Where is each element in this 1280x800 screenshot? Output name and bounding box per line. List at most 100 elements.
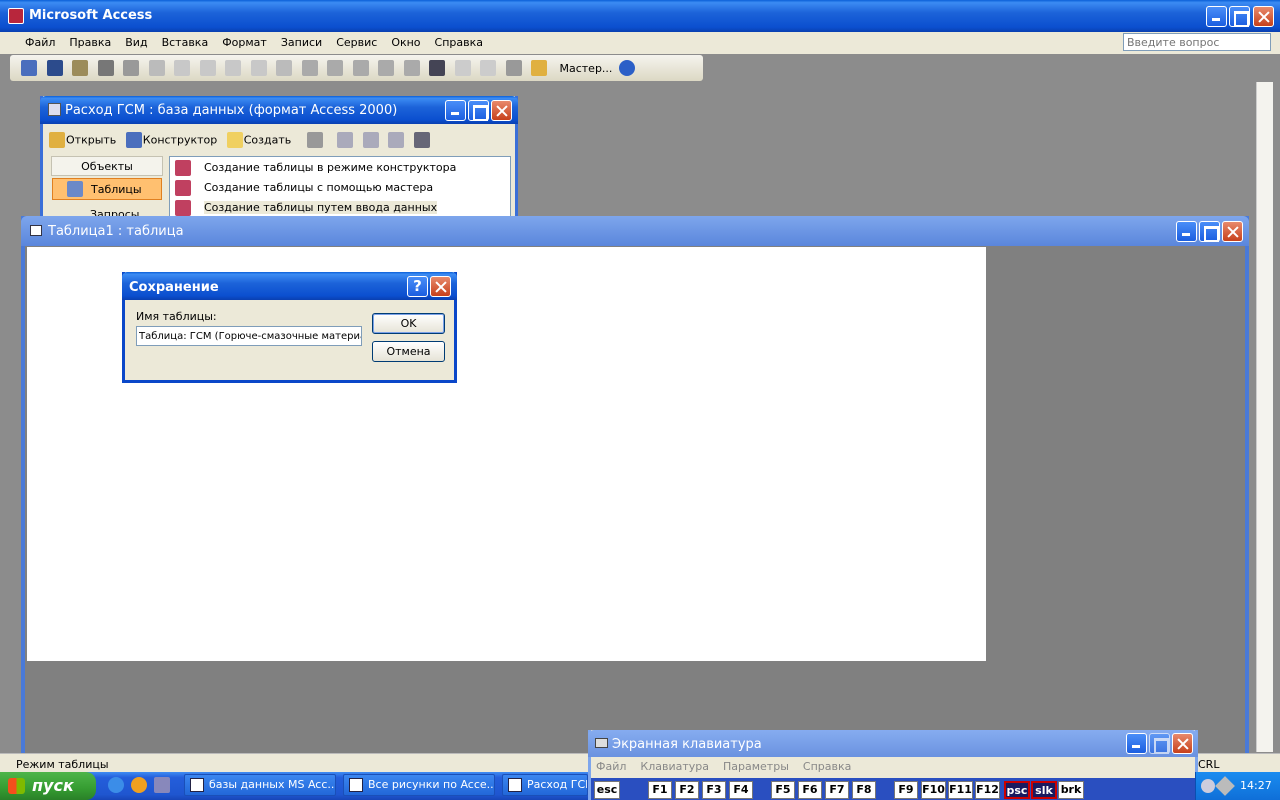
open-button[interactable]: Открыть [66,134,116,147]
osk-menu-help[interactable]: Справка [803,760,851,773]
dialog-help-button[interactable] [407,276,428,297]
key-esc[interactable]: esc [594,781,620,799]
key-f12[interactable]: F12 [975,781,1000,799]
save-icon[interactable] [46,60,63,76]
tray-icon[interactable] [1215,776,1235,796]
search-icon[interactable] [72,60,88,76]
keyboard-icon [595,738,608,748]
design-icon [125,132,142,148]
filter-form-icon[interactable] [378,60,394,76]
print-icon[interactable] [97,60,114,76]
spelling-icon[interactable] [148,60,165,76]
cancel-button[interactable]: Отмена [372,341,445,362]
osk-menu-settings[interactable]: Параметры [723,760,789,773]
menu-tools[interactable]: Сервис [336,36,377,49]
wizard-icon [175,160,191,176]
clock[interactable]: 14:27 [1240,779,1272,792]
key-brk[interactable]: brk [1058,781,1084,799]
ok-button[interactable]: OK [372,313,445,334]
key-f11[interactable]: F11 [948,781,973,799]
menu-file[interactable]: Файл [25,36,55,49]
list-item[interactable]: Создание таблицы путем ввода данных [175,200,438,216]
menu-records[interactable]: Записи [281,36,322,49]
small-icons-icon[interactable] [362,132,379,148]
key-f10[interactable]: F10 [921,781,946,799]
dialog-close-button[interactable] [430,276,451,297]
close-button[interactable] [1253,6,1274,27]
delete-record-icon[interactable] [480,60,496,76]
key-f6[interactable]: F6 [798,781,822,799]
minimize-button[interactable] [1206,6,1227,27]
osk-minimize-button[interactable] [1126,733,1147,754]
start-button[interactable]: пуск [0,772,96,800]
undo-icon[interactable] [250,60,267,76]
menu-format[interactable]: Формат [222,36,267,49]
delete-icon[interactable] [306,132,323,148]
osk-menu-keyboard[interactable]: Клавиатура [640,760,709,773]
filter-icon[interactable] [352,60,369,76]
paste-icon[interactable] [225,60,241,76]
key-f1[interactable]: F1 [648,781,672,799]
table-close-button[interactable] [1222,221,1243,242]
osk-menu-file[interactable]: Файл [596,760,626,773]
key-psc[interactable]: psc [1004,781,1030,799]
db-close-button[interactable] [491,100,512,121]
new-record-icon[interactable] [454,60,471,76]
cut-icon[interactable] [174,60,190,76]
key-f2[interactable]: F2 [675,781,699,799]
sort-desc-icon[interactable] [327,60,343,76]
db-minimize-button[interactable] [445,100,466,121]
menu-window[interactable]: Окно [391,36,420,49]
details-icon[interactable] [413,132,430,148]
quicklaunch-media-icon[interactable] [131,777,147,793]
wizard-label[interactable]: Мастер... [560,62,613,75]
quicklaunch-ie-icon[interactable] [108,777,124,793]
osk-maximize-button[interactable] [1149,733,1170,754]
app-titlebar: Microsoft Access [0,0,1280,32]
list-icon[interactable] [388,132,405,148]
key-f8[interactable]: F8 [852,781,876,799]
quicklaunch-desktop-icon[interactable] [154,777,170,793]
key-f5[interactable]: F5 [771,781,795,799]
help-icon[interactable] [618,60,635,76]
table-icon [30,225,42,236]
apply-filter-icon[interactable] [403,60,420,76]
key-f4[interactable]: F4 [729,781,753,799]
large-icons-icon[interactable] [337,132,354,148]
key-slk[interactable]: slk [1031,781,1057,799]
vertical-scrollbar[interactable] [1256,82,1273,752]
taskbar-item[interactable]: базы данных MS Acc... [184,774,336,796]
tray-icon[interactable] [1201,779,1215,793]
maximize-button[interactable] [1229,6,1250,27]
menu-insert[interactable]: Вставка [162,36,209,49]
objects-tables[interactable]: Таблицы [52,178,162,200]
sort-asc-icon[interactable] [301,60,318,76]
key-f7[interactable]: F7 [825,781,849,799]
db-maximize-button[interactable] [468,100,489,121]
table-title: Таблица1 : таблица [48,224,184,239]
view-icon[interactable] [21,60,37,76]
menu-help[interactable]: Справка [435,36,483,49]
table-maximize-button[interactable] [1199,221,1220,242]
key-f9[interactable]: F9 [894,781,918,799]
menu-view[interactable]: Вид [125,36,147,49]
osk-titlebar: Экранная клавиатура [588,730,1198,757]
table-minimize-button[interactable] [1176,221,1197,242]
db-window-icon[interactable] [505,60,522,76]
link-icon[interactable] [276,60,292,76]
table-name-input[interactable] [136,326,362,346]
find-icon[interactable] [429,60,445,76]
menu-edit[interactable]: Правка [69,36,111,49]
key-f3[interactable]: F3 [702,781,726,799]
osk-close-button[interactable] [1172,733,1193,754]
taskbar-item[interactable]: Расход ГСМ [502,774,588,796]
design-button[interactable]: Конструктор [143,134,217,147]
list-item[interactable]: Создание таблицы в режиме конструктора [175,160,456,176]
list-item[interactable]: Создание таблицы с помощью мастера [175,180,433,196]
create-button[interactable]: Создать [244,134,292,147]
new-object-icon[interactable] [531,60,547,76]
taskbar-item[interactable]: Все рисунки по Acce... [343,774,495,796]
preview-icon[interactable] [123,60,139,76]
help-search-input[interactable] [1123,33,1271,51]
copy-icon[interactable] [199,60,216,76]
